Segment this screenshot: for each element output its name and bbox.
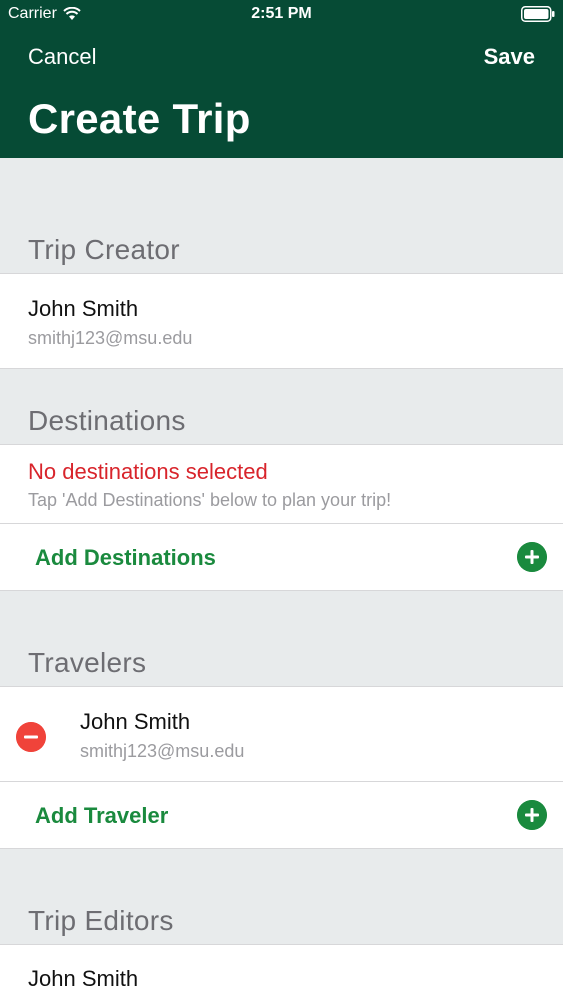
section-header-destinations: Destinations — [28, 405, 186, 436]
no-destinations-text: No destinations selected — [28, 459, 268, 484]
destinations-hint-text: Tap 'Add Destinations' below to plan you… — [28, 490, 392, 510]
trip-editor-row[interactable]: John Smith — [0, 944, 563, 1000]
cancel-button[interactable]: Cancel — [28, 44, 96, 70]
status-time: 2:51 PM — [251, 5, 312, 22]
add-circle-icon — [517, 542, 547, 572]
add-destinations-button[interactable]: Add Destinations — [0, 523, 563, 591]
traveler-email: smithj123@msu.edu — [80, 741, 245, 761]
trip-editor-name: John Smith — [28, 966, 139, 991]
save-button[interactable]: Save — [484, 44, 535, 70]
trip-creator-name: John Smith — [28, 296, 139, 321]
remove-circle-icon[interactable] — [16, 722, 46, 752]
add-traveler-button[interactable]: Add Traveler — [0, 781, 563, 849]
battery-icon — [521, 6, 555, 22]
trip-creator-cell[interactable]: John Smith smithj123@msu.edu — [0, 273, 563, 369]
page-title: Create Trip — [28, 95, 251, 142]
section-header-trip-editors: Trip Editors — [28, 905, 174, 936]
status-bar: Carrier 2:51 PM — [0, 0, 563, 30]
add-traveler-label: Add Traveler — [35, 803, 169, 828]
traveler-row[interactable]: John Smith smithj123@msu.edu — [0, 686, 563, 782]
section-header-travelers: Travelers — [28, 647, 147, 678]
navigation-bar: Carrier 2:51 PM Cancel Save Create Trip — [0, 0, 563, 158]
destinations-empty-cell: No destinations selected Tap 'Add Destin… — [0, 444, 563, 524]
add-destinations-label: Add Destinations — [35, 545, 216, 570]
section-header-trip-creator: Trip Creator — [28, 234, 180, 265]
add-circle-icon — [517, 800, 547, 830]
trip-creator-email: smithj123@msu.edu — [28, 328, 193, 348]
traveler-name: John Smith — [80, 709, 191, 734]
